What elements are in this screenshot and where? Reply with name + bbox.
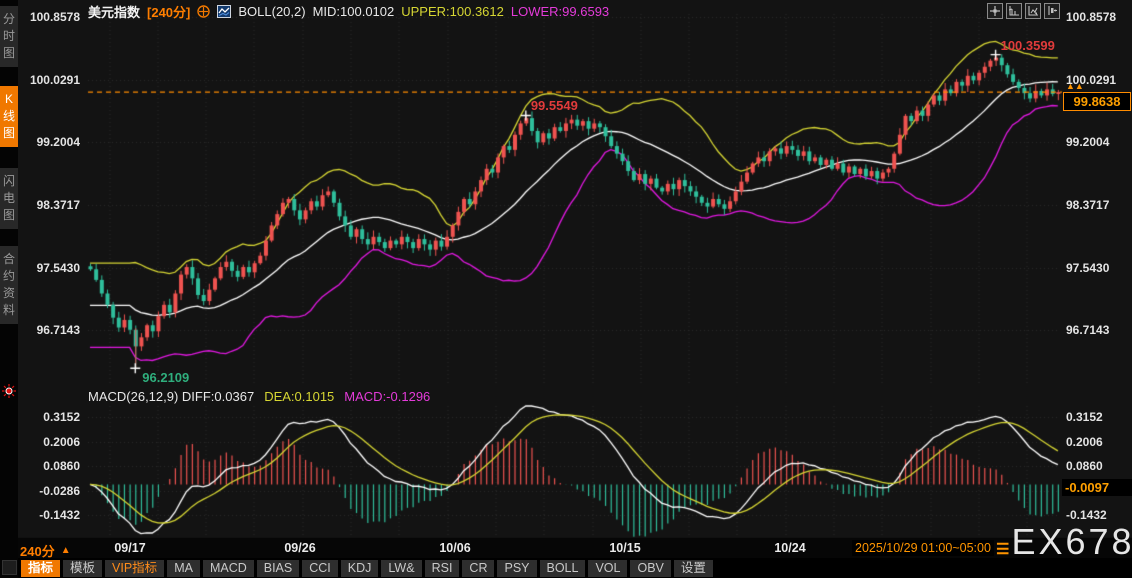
corner-icon[interactable] — [2, 560, 17, 575]
indicator-chart-icon[interactable] — [217, 4, 232, 18]
x-axis-date-label: 09/26 — [284, 541, 316, 555]
chart-canvas[interactable] — [0, 0, 1132, 578]
watermark-text: EX678 — [1011, 521, 1132, 562]
sidebar-tab-4[interactable]: 合约资料 — [0, 246, 18, 324]
toolbar-item-指标[interactable]: 指标 — [21, 559, 61, 577]
y-axis-label-right: 98.3717 — [1066, 197, 1110, 212]
chart-header: 美元指数 [240分] BOLL(20,2) MID:100.0102 UPPE… — [88, 2, 610, 21]
toolbar-item-BOLL[interactable]: BOLL — [539, 559, 586, 577]
y-axis-label-left: 0.0860 — [43, 459, 80, 473]
sidebar: 分时图 K线图闪电图合约资料 — [0, 0, 18, 578]
y-axis-label-right: 0.0860 — [1066, 459, 1103, 473]
x-axis-date-label: 09/17 — [114, 541, 146, 555]
trading-app-window: 分时图 K线图闪电图合约资料 美元指数 [240分] BOLL(20,2) MID… — [0, 0, 1132, 578]
current-price-badge: 99.8638 — [1063, 92, 1131, 111]
chart-tools — [987, 3, 1060, 19]
y-axis-label-right: 97.5430 — [1066, 260, 1110, 275]
y-axis-label-left: 97.5430 — [36, 260, 80, 275]
zoom-y-axis-icon[interactable] — [1025, 3, 1041, 19]
y-axis-label-right: 99.2004 — [1066, 135, 1110, 150]
x-axis-date-label: 10/15 — [609, 541, 641, 555]
toolbar-item-MACD[interactable]: MACD — [202, 559, 254, 577]
toolbar-item-MA[interactable]: MA — [167, 559, 200, 577]
toolbar-item-LW&[interactable]: LW& — [381, 559, 422, 577]
toolbar-item-设置[interactable]: 设置 — [673, 559, 713, 577]
y-axis-label-right: 0.2006 — [1066, 434, 1103, 449]
sidebar-tab-3[interactable]: 闪电图 — [0, 168, 18, 229]
boll-indicator-label: BOLL(20,2) — [238, 3, 306, 19]
toolbar-item-VOL[interactable]: VOL — [588, 559, 628, 577]
macd-macd-value: MACD:-0.1296 — [344, 389, 431, 404]
y-axis-label-left: 0.3152 — [43, 410, 80, 424]
macd-dea-value: DEA:0.1015 — [264, 389, 335, 404]
price-up-arrow-icon: ▲▲ — [1066, 81, 1084, 91]
y-axis-label-right: 96.7143 — [1066, 323, 1110, 338]
x-axis-date-label: 10/06 — [439, 541, 471, 555]
price-annotation-low: 96.2109 — [142, 370, 190, 386]
y-axis-label-left: -0.0286 — [39, 483, 80, 498]
macd-header: MACD(26,12,9) DIFF:0.0367 DEA:0.1015 MAC… — [88, 389, 430, 404]
period-up-arrow-icon[interactable]: ▲ — [61, 545, 71, 556]
toolbar-item-模板[interactable]: 模板 — [63, 559, 103, 577]
price-annotation-high: 99.5549 — [530, 98, 578, 114]
boll-lower-value: LOWER:99.6593 — [510, 3, 610, 19]
toolbar-item-PSY[interactable]: PSY — [497, 559, 537, 577]
x-axis-date-label: 10/24 — [774, 541, 806, 555]
boll-mid-value: MID:100.0102 — [312, 3, 395, 19]
toolbar-item-CCI[interactable]: CCI — [302, 559, 338, 577]
toolbar-item-RSI[interactable]: RSI — [424, 559, 460, 577]
symbol-name: 美元指数 — [88, 4, 141, 20]
y-axis-label-left: 0.2006 — [43, 434, 80, 449]
y-axis-label-left: -0.1432 — [39, 508, 80, 522]
y-axis-label-left: 100.8578 — [29, 10, 80, 24]
toolbar-item-VIP指标[interactable]: VIP指标 — [105, 559, 165, 577]
current-bar-timestamp: 2025/10/29 01:00~05:00 — [852, 540, 994, 556]
live-indicator-icon — [2, 384, 16, 398]
zoom-x-axis-icon[interactable] — [1006, 3, 1022, 19]
y-axis-label-left: 99.2004 — [36, 135, 80, 150]
y-axis-label-left: 98.3717 — [36, 197, 80, 212]
y-axis-label-right: 100.8578 — [1066, 10, 1117, 24]
toolbar-item-BIAS[interactable]: BIAS — [256, 559, 300, 577]
macd-title-diff: MACD(26,12,9) DIFF:0.0367 — [88, 389, 255, 404]
toolbar-item-OBV[interactable]: OBV — [630, 559, 671, 577]
y-axis-label-right: -0.1432 — [1066, 508, 1107, 522]
toolbar-item-CR[interactable]: CR — [462, 559, 495, 577]
y-axis-label-left: 100.0291 — [29, 72, 80, 87]
toolbar-item-KDJ[interactable]: KDJ — [340, 559, 379, 577]
y-axis-label-left: 96.7143 — [36, 323, 80, 338]
reset-view-icon[interactable] — [1044, 3, 1060, 19]
macd-value-badge: -0.0097 — [1062, 479, 1132, 496]
pan-tool-icon[interactable] — [987, 3, 1003, 19]
boll-upper-value: UPPER:100.3612 — [401, 3, 504, 19]
crosshair-circle-icon[interactable] — [197, 4, 211, 18]
watermark: ☰ EX678 — [996, 524, 1132, 560]
y-axis-label-right: 0.3152 — [1066, 410, 1103, 424]
sidebar-tab-1[interactable]: 分时图 — [0, 6, 18, 67]
price-annotation-high: 100.3599 — [1000, 37, 1055, 53]
sidebar-tab-2[interactable]: K线图 — [0, 86, 18, 147]
indicator-toolbar: 指标 模板 VIP指标 MA MACD BIAS CCI KDJ LW& RSI CR PSY BOLL… — [18, 558, 1132, 578]
watermark-logo-icon: ☰ — [996, 541, 1010, 558]
period-label[interactable]: [240分] — [147, 2, 190, 21]
